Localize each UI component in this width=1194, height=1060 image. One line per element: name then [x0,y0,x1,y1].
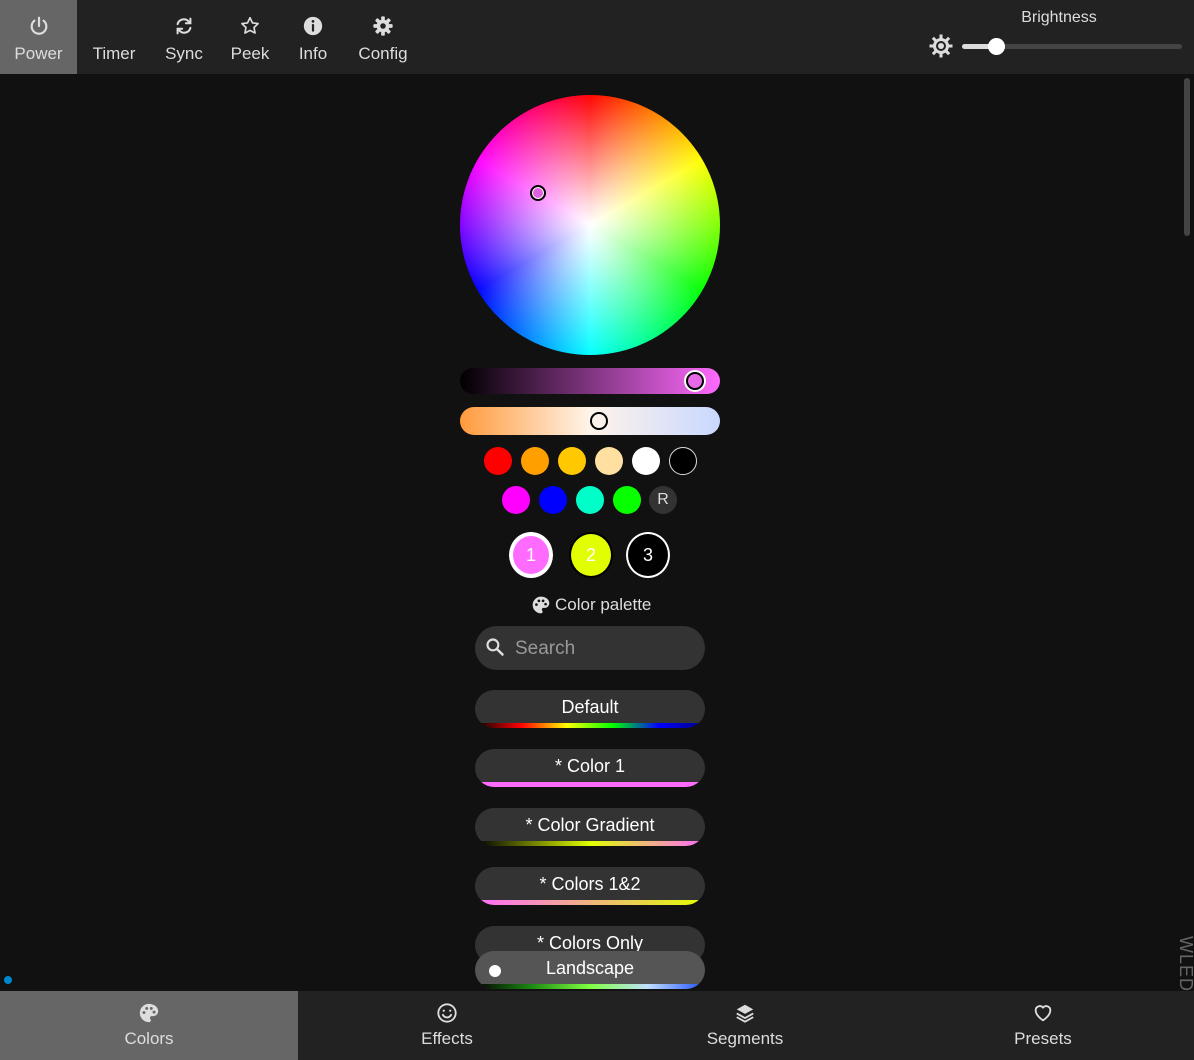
color-wheel-saturation [460,95,720,355]
heart-icon [1032,1001,1054,1025]
palette-preview-bar [475,841,705,846]
palette-item[interactable]: * Colors 1&2 [475,867,705,905]
timer-label: Timer [92,44,136,63]
value-slider-thumb[interactable] [686,372,705,390]
star-icon [239,12,261,40]
palette-preview-bar [475,782,705,787]
tab-presets-label: Presets [1014,1029,1072,1048]
palette-icon [531,595,551,615]
tab-colors[interactable]: Colors [0,991,298,1060]
tab-presets[interactable]: Presets [894,991,1192,1060]
power-label: Power [14,44,63,63]
palette-item-name: Landscape [545,958,635,978]
brightness-slider[interactable] [962,38,1182,55]
value-slider[interactable] [460,368,720,394]
sync-label: Sync [165,44,203,63]
quick-color-swatch[interactable] [521,447,549,475]
color-wheel[interactable] [460,95,720,355]
tab-effects-label: Effects [421,1029,473,1048]
color-slot-3[interactable]: 3 [626,532,670,578]
quick-color-swatch[interactable] [484,447,512,475]
brightness-icon [929,34,953,58]
palette-item-name: * Colors 1&2 [539,874,641,894]
info-label: Info [298,44,328,63]
palette-search-input[interactable] [513,634,697,664]
top-bar: Power Timer Sync Peek Info Config Bright… [0,0,1194,74]
connection-indicator [4,976,12,984]
random-color-button[interactable]: R [649,486,677,514]
palette-search [475,626,705,670]
palette-item[interactable]: Landscape [475,951,705,989]
palette-item[interactable]: * Color 1 [475,749,705,787]
color-slot-1[interactable]: 1 [509,532,553,578]
palette-item[interactable]: * Color Gradient [475,808,705,846]
quick-color-swatch[interactable] [595,447,623,475]
brightness-thumb[interactable] [988,38,1006,55]
palette-preview-bar [475,900,705,905]
palette-item[interactable]: Default [475,690,705,728]
search-icon [485,637,505,657]
quick-color-swatch[interactable] [502,486,530,514]
tab-colors-label: Colors [124,1029,174,1048]
kelvin-slider[interactable] [460,407,720,435]
info-icon [302,12,324,40]
peek-label: Peek [230,44,270,63]
palette-icon [138,1001,160,1025]
palette-preview-bar [475,723,705,728]
gear-icon [372,12,394,40]
brightness-label: Brightness [1021,9,1097,26]
tab-segments[interactable]: Segments [596,991,894,1060]
palette-heading: Color palette [531,594,651,616]
palette-preview-bar [475,984,705,989]
power-button[interactable]: Power [0,0,77,74]
bottom-bar: Colors Effects Segments Presets [0,991,1194,1060]
peek-button[interactable]: Peek [222,0,278,74]
quick-color-swatch[interactable] [558,447,586,475]
scrollbar[interactable] [1184,78,1190,236]
quick-color-swatch[interactable] [632,447,660,475]
smiley-icon [436,1001,458,1025]
quick-color-swatch[interactable] [669,447,697,475]
config-button[interactable]: Config [350,0,416,74]
wled-logo: WLED [1176,936,1194,993]
sync-icon [173,12,195,40]
info-button[interactable]: Info [286,0,340,74]
config-label: Config [358,44,408,63]
palette-item-name: * Color 1 [554,756,626,776]
sync-button[interactable]: Sync [156,0,212,74]
palette-heading-label: Color palette [555,595,652,614]
tab-segments-label: Segments [706,1029,784,1048]
color-wheel-handle[interactable] [530,185,546,201]
palette-item-name: * Color Gradient [525,815,655,835]
color-slot-2[interactable]: 2 [569,532,613,578]
quick-color-swatch[interactable] [576,486,604,514]
moon-icon [104,12,124,40]
timer-button[interactable]: Timer [82,0,146,74]
kelvin-slider-thumb[interactable] [590,412,609,430]
palette-item-name: Default [561,697,619,717]
quick-color-swatch[interactable] [539,486,567,514]
tab-effects[interactable]: Effects [298,991,596,1060]
layers-icon [734,1001,756,1025]
power-icon [28,12,50,40]
quick-color-swatch[interactable] [613,486,641,514]
